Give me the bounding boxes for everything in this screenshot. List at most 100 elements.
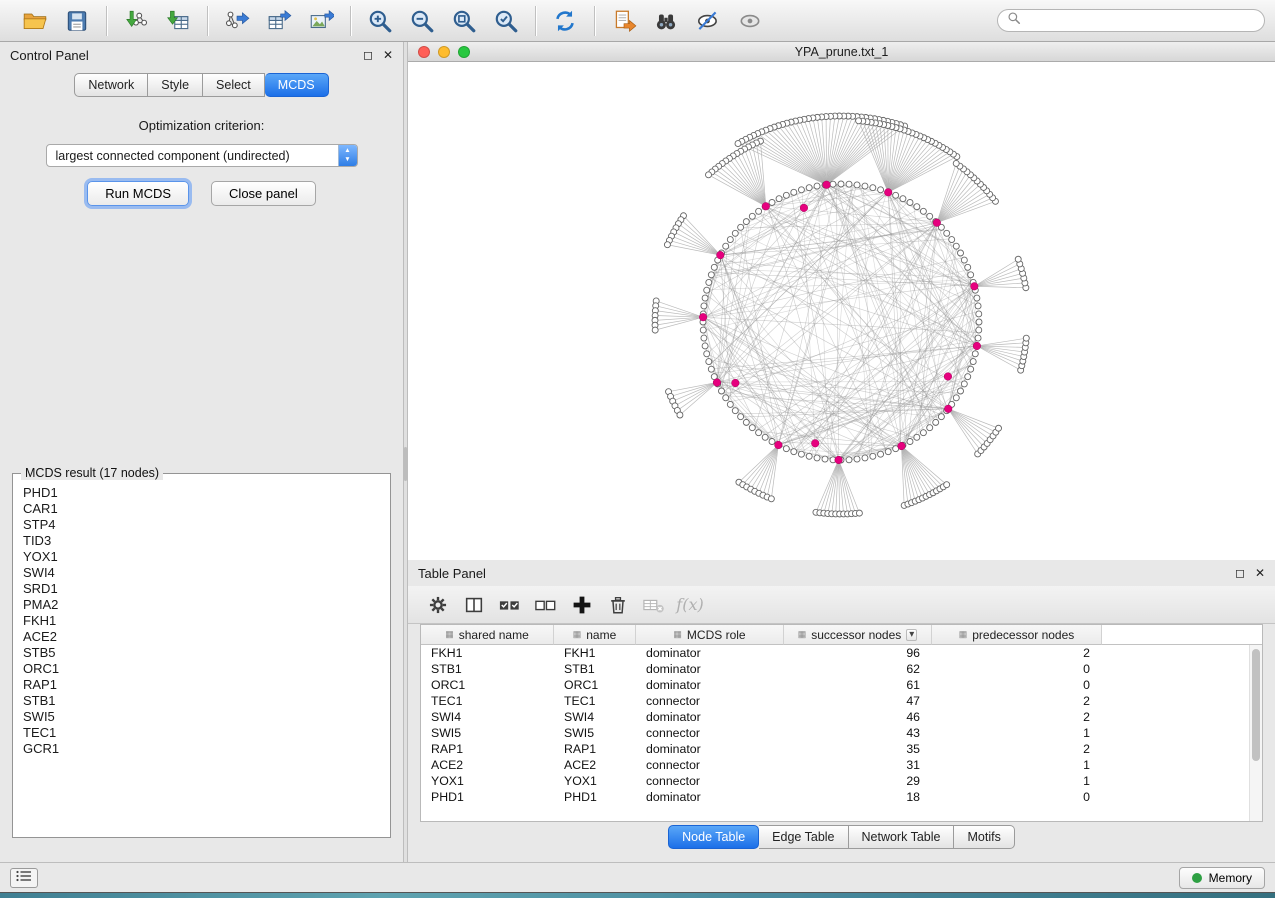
mcds-node-item[interactable]: SWI5 [19, 709, 384, 725]
tab-network[interactable]: Network [74, 73, 148, 97]
mcds-node-item[interactable]: STP4 [19, 517, 384, 533]
status-menu-button[interactable] [10, 868, 38, 888]
column-header-mcds-role[interactable]: ▦MCDS role [636, 625, 784, 645]
maximize-window-icon[interactable] [458, 46, 470, 58]
table-scrollbar[interactable] [1249, 645, 1262, 821]
refresh-icon [552, 8, 578, 34]
mcds-node-item[interactable]: TID3 [19, 533, 384, 549]
spin-up-icon: ▲ [344, 147, 350, 155]
find-button[interactable] [649, 4, 683, 38]
show-columns-button[interactable] [458, 590, 490, 620]
column-header-predecessor-nodes[interactable]: ▦predecessor nodes [932, 625, 1102, 645]
delete-table-button[interactable] [638, 590, 670, 620]
tab-node-table[interactable]: Node Table [668, 825, 759, 849]
table-cell: 96 [784, 645, 932, 661]
table-row[interactable]: TEC1TEC1connector472 [421, 693, 1262, 709]
refresh-layout-button[interactable] [548, 4, 582, 38]
tab-select[interactable]: Select [203, 73, 265, 97]
table-row[interactable]: RAP1RAP1dominator352 [421, 741, 1262, 757]
import-table-button[interactable] [161, 4, 195, 38]
memory-button[interactable]: Memory [1179, 867, 1265, 889]
column-grid-icon: ▦ [959, 629, 968, 640]
mcds-node-item[interactable]: SRD1 [19, 581, 384, 597]
search-input[interactable] [1027, 14, 1255, 28]
mcds-node-item[interactable]: SWI4 [19, 565, 384, 581]
zoom-in-button[interactable] [363, 4, 397, 38]
tab-mcds[interactable]: MCDS [265, 73, 329, 97]
network-canvas[interactable] [408, 62, 1275, 560]
delete-table-icon [641, 594, 667, 616]
sort-dropdown-icon[interactable]: ▾ [906, 629, 917, 641]
column-header-successor-nodes[interactable]: ▦successor nodes▾ [784, 625, 932, 645]
node-table: ▦shared name ▦name ▦MCDS role ▦successor… [420, 624, 1263, 822]
table-row[interactable]: PHD1PHD1dominator180 [421, 789, 1262, 805]
table-cell: ORC1 [421, 677, 554, 693]
deselect-all-rows-button[interactable] [530, 590, 562, 620]
mcds-node-item[interactable]: STB5 [19, 645, 384, 661]
mcds-node-item[interactable]: PHD1 [19, 485, 384, 501]
splitter-handle-icon[interactable] [404, 447, 407, 481]
table-settings-button[interactable] [422, 590, 454, 620]
network-window-titlebar[interactable]: YPA_prune.txt_1 [408, 42, 1275, 62]
close-window-icon[interactable] [418, 46, 430, 58]
tab-edge-table[interactable]: Edge Table [759, 825, 848, 849]
delete-column-button[interactable] [602, 590, 634, 620]
network-graph[interactable] [408, 62, 1275, 560]
tab-network-table[interactable]: Network Table [849, 825, 955, 849]
mcds-node-item[interactable]: TEC1 [19, 725, 384, 741]
zoom-fit-button[interactable] [447, 4, 481, 38]
mcds-node-item[interactable]: RAP1 [19, 677, 384, 693]
column-header-name[interactable]: ▦name [554, 625, 636, 645]
run-mcds-button[interactable]: Run MCDS [87, 181, 189, 206]
minimize-window-icon[interactable] [438, 46, 450, 58]
float-panel-icon[interactable]: ◻ [363, 48, 373, 62]
tab-style[interactable]: Style [148, 73, 203, 97]
close-panel-button[interactable]: Close panel [211, 181, 316, 206]
open-file-button[interactable] [18, 4, 52, 38]
tab-motifs[interactable]: Motifs [954, 825, 1014, 849]
apply-function-button[interactable]: f(x) [674, 590, 706, 620]
table-header-row: ▦shared name ▦name ▦MCDS role ▦successor… [421, 625, 1262, 645]
zoom-selected-button[interactable] [489, 4, 523, 38]
scrollbar-thumb[interactable] [1252, 649, 1260, 761]
close-panel-icon[interactable]: ✕ [1255, 566, 1265, 580]
import-network-button[interactable] [119, 4, 153, 38]
mcds-node-item[interactable]: STB1 [19, 693, 384, 709]
mcds-node-item[interactable]: FKH1 [19, 613, 384, 629]
table-cell: RAP1 [554, 741, 636, 757]
table-cell: 2 [932, 693, 1102, 709]
export-image-button[interactable] [304, 4, 338, 38]
add-column-button[interactable] [566, 590, 598, 620]
table-cell: 2 [932, 645, 1102, 661]
mcds-node-item[interactable]: YOX1 [19, 549, 384, 565]
table-cell: 2 [932, 709, 1102, 725]
search-box[interactable] [997, 9, 1265, 32]
mcds-node-item[interactable]: CAR1 [19, 501, 384, 517]
optimization-criterion-select[interactable]: largest connected component (undirected)… [46, 144, 358, 167]
table-row[interactable]: SWI5SWI5connector431 [421, 725, 1262, 741]
mcds-result-list[interactable]: PHD1CAR1STP4TID3YOX1SWI4SRD1PMA2FKH1ACE2… [15, 483, 388, 759]
table-row[interactable]: STB1STB1dominator620 [421, 661, 1262, 677]
zoom-out-button[interactable] [405, 4, 439, 38]
save-session-button[interactable] [60, 4, 94, 38]
mcds-node-item[interactable]: GCR1 [19, 741, 384, 757]
mcds-node-item[interactable]: PMA2 [19, 597, 384, 613]
vertical-splitter[interactable] [403, 42, 408, 862]
mcds-node-item[interactable]: ACE2 [19, 629, 384, 645]
column-header-shared-name[interactable]: ▦shared name [421, 625, 554, 645]
float-panel-icon[interactable]: ◻ [1235, 566, 1245, 580]
table-row[interactable]: SWI4SWI4dominator462 [421, 709, 1262, 725]
table-row[interactable]: ACE2ACE2connector311 [421, 757, 1262, 773]
copy-share-button[interactable] [607, 4, 641, 38]
export-table-button[interactable] [262, 4, 296, 38]
export-network-button[interactable] [220, 4, 254, 38]
mcds-node-item[interactable]: ORC1 [19, 661, 384, 677]
table-row[interactable]: FKH1FKH1dominator962 [421, 645, 1262, 661]
table-row[interactable]: YOX1YOX1connector291 [421, 773, 1262, 789]
table-row[interactable]: ORC1ORC1dominator610 [421, 677, 1262, 693]
show-details-button[interactable] [733, 4, 767, 38]
hide-details-button[interactable] [691, 4, 725, 38]
select-all-rows-button[interactable] [494, 590, 526, 620]
close-panel-icon[interactable]: ✕ [383, 48, 393, 62]
table-cell: ACE2 [421, 757, 554, 773]
